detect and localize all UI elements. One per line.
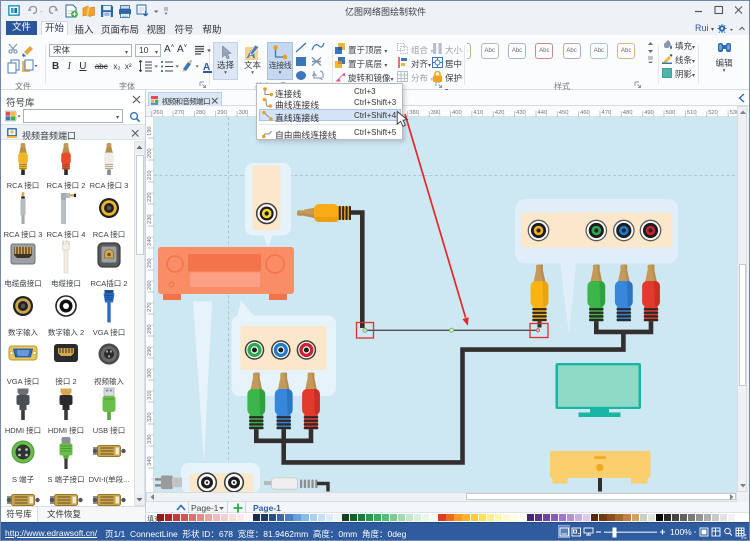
svg-text:280: 280 (196, 110, 206, 116)
svg-text:300: 300 (239, 110, 249, 116)
svg-text:260: 260 (153, 110, 163, 116)
svg-text:330: 330 (147, 434, 153, 444)
svg-text:470: 470 (602, 110, 612, 116)
svg-text:440: 440 (538, 110, 548, 116)
svg-text:340: 340 (147, 456, 153, 466)
svg-text:500: 500 (666, 110, 676, 116)
svg-text:460: 460 (580, 110, 590, 116)
svg-text:450: 450 (559, 110, 569, 116)
svg-text:530: 530 (730, 110, 737, 116)
svg-text:250: 250 (147, 258, 153, 268)
svg-text:300: 300 (147, 368, 153, 378)
svg-text:210: 210 (147, 170, 153, 180)
svg-text:220: 220 (147, 192, 153, 202)
svg-text:230: 230 (147, 214, 153, 224)
svg-text:380: 380 (409, 110, 419, 116)
svg-text:390: 390 (431, 110, 441, 116)
svg-text:320: 320 (147, 412, 153, 422)
svg-text:190: 190 (147, 126, 153, 136)
svg-text:420: 420 (495, 110, 505, 116)
svg-text:260: 260 (147, 280, 153, 290)
svg-text:270: 270 (175, 110, 185, 116)
svg-text:280: 280 (147, 324, 153, 334)
svg-text:310: 310 (147, 390, 153, 400)
svg-text:410: 410 (473, 110, 483, 116)
svg-text:270: 270 (147, 302, 153, 312)
svg-text:290: 290 (217, 110, 227, 116)
svg-text:100%: 100% (670, 527, 692, 537)
svg-text:-: - (40, 9, 43, 16)
svg-text:510: 510 (687, 110, 697, 116)
svg-text:240: 240 (147, 236, 153, 246)
svg-text:430: 430 (516, 110, 526, 116)
svg-text:400: 400 (452, 110, 462, 116)
svg-text:290: 290 (147, 346, 153, 356)
svg-text:520: 520 (708, 110, 718, 116)
svg-text:480: 480 (623, 110, 633, 116)
svg-text:490: 490 (644, 110, 654, 116)
svg-text:200: 200 (147, 148, 153, 158)
